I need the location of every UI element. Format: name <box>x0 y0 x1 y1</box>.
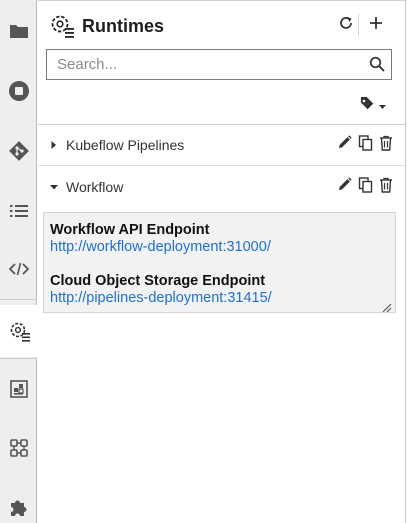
pencil-icon <box>337 135 352 155</box>
runtimes-icon <box>8 320 32 342</box>
duplicate-button[interactable] <box>356 134 374 156</box>
activity-git[interactable] <box>0 131 37 171</box>
runtimes-app: Runtimes Search... Kubeflow Pipelines Wo… <box>0 0 409 523</box>
api-endpoint-label: Workflow API Endpoint <box>50 222 210 238</box>
delete-button[interactable] <box>377 177 395 198</box>
runtime-images-icon <box>9 379 29 399</box>
runtimes-panel: Runtimes Search... Kubeflow Pipelines Wo… <box>38 0 406 523</box>
header-divider <box>358 14 359 36</box>
runtime-name: Workflow <box>66 179 124 195</box>
tag-icon <box>360 96 376 116</box>
tag-filter-button[interactable] <box>360 96 390 116</box>
stop-circle-icon <box>8 80 30 102</box>
runtime-actions <box>335 176 395 198</box>
search-icon[interactable] <box>369 56 385 72</box>
chevron-down-icon <box>379 97 386 115</box>
runtime-row[interactable]: Workflow <box>38 167 405 207</box>
activity-separator <box>0 299 37 300</box>
resize-handle-icon[interactable] <box>382 300 392 313</box>
edit-button[interactable] <box>335 135 353 155</box>
activity-separator <box>0 358 37 359</box>
runtimes-icon <box>50 14 76 38</box>
cos-endpoint-label: Cloud Object Storage Endpoint <box>50 273 266 289</box>
activity-runtime-images[interactable] <box>0 369 37 409</box>
activity-component-catalogs[interactable] <box>0 428 37 468</box>
code-icon <box>8 262 29 276</box>
runtime-actions <box>335 134 395 156</box>
trash-icon <box>379 135 393 156</box>
refresh-button[interactable] <box>335 14 357 36</box>
add-icon <box>369 16 383 35</box>
runtime-name: Kubeflow Pipelines <box>66 137 185 153</box>
search-box <box>46 49 392 80</box>
activity-extensions[interactable] <box>0 487 37 523</box>
copy-icon <box>358 134 373 156</box>
activity-bar <box>0 0 38 523</box>
row-divider <box>38 165 405 166</box>
panel-header: Runtimes <box>38 1 405 49</box>
list-icon <box>9 203 29 219</box>
activity-running[interactable] <box>0 71 37 111</box>
activity-runtimes[interactable] <box>0 305 38 357</box>
activity-table-of-contents[interactable] <box>0 191 37 231</box>
runtime-row[interactable]: Kubeflow Pipelines <box>38 125 405 165</box>
panel-title: Runtimes <box>82 16 165 36</box>
folder-icon <box>9 23 29 39</box>
add-runtime-button[interactable] <box>365 14 387 36</box>
pencil-icon <box>337 177 352 197</box>
component-catalog-icon <box>9 438 29 458</box>
caret-down-icon[interactable] <box>48 180 60 192</box>
duplicate-button[interactable] <box>356 176 374 198</box>
refresh-icon <box>338 15 354 36</box>
delete-button[interactable] <box>377 135 395 156</box>
api-endpoint-link[interactable]: http://workflow-deployment:31000/ <box>50 239 271 256</box>
edit-button[interactable] <box>335 177 353 197</box>
search-input[interactable] <box>47 50 357 79</box>
caret-right-icon[interactable] <box>48 138 60 150</box>
copy-icon <box>358 176 373 198</box>
trash-icon <box>379 177 393 198</box>
runtime-details: Workflow API Endpoint http://workflow-de… <box>43 212 396 313</box>
puzzle-icon <box>8 496 30 518</box>
git-icon <box>8 140 30 162</box>
cos-endpoint-link[interactable]: http://pipelines-deployment:31415/ <box>50 290 272 307</box>
activity-file-browser[interactable] <box>0 11 37 51</box>
activity-code-snippets[interactable] <box>0 249 37 289</box>
